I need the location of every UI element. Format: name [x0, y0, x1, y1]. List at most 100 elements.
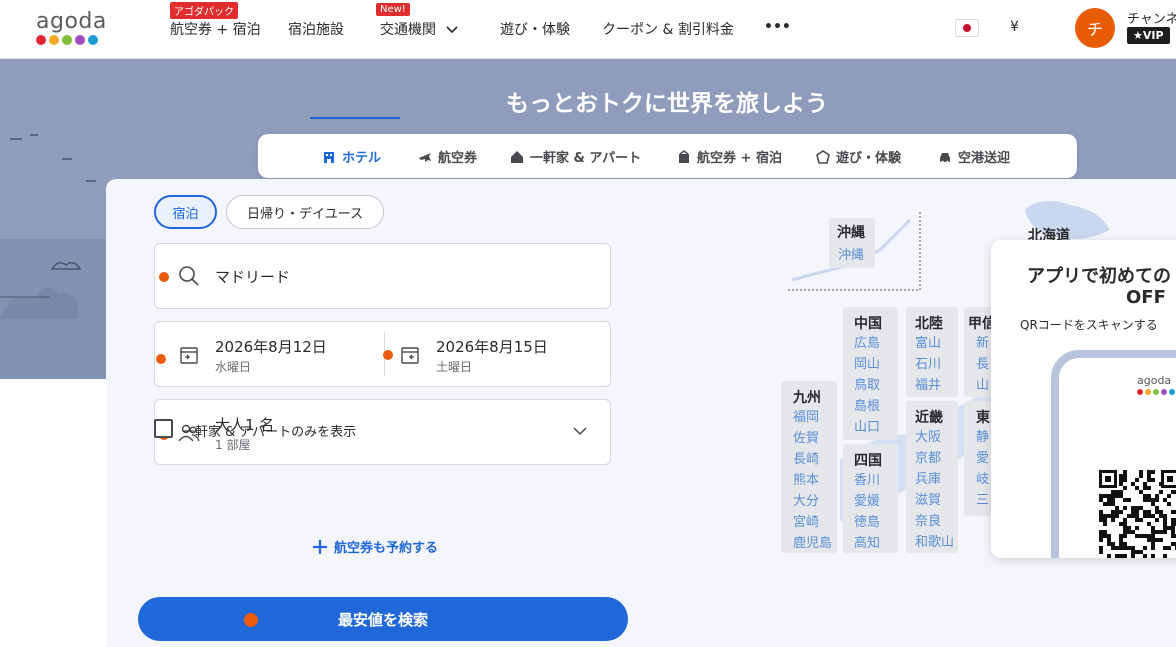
pref-link[interactable]: 大阪: [915, 426, 941, 445]
nav-accommodation[interactable]: 宿泊施設: [288, 19, 344, 39]
search-button-label: 最安値を検索: [337, 610, 428, 629]
pref-link[interactable]: 長崎: [793, 448, 819, 467]
package-icon: [679, 149, 689, 163]
pref-link[interactable]: 福井: [915, 374, 941, 393]
pref-link[interactable]: 岡山: [854, 353, 880, 372]
field-marker: [159, 272, 169, 282]
pref-link[interactable]: 新: [976, 332, 989, 351]
pref-link[interactable]: 三: [976, 489, 989, 508]
pref-link[interactable]: 島根: [854, 395, 880, 414]
qr-code: [1099, 470, 1176, 558]
region-title: 北陸: [915, 316, 943, 332]
checkin-day: 水曜日: [215, 360, 252, 374]
button-marker: [244, 613, 258, 627]
avatar[interactable]: チ: [1075, 8, 1115, 48]
currency-selector[interactable]: ¥: [1010, 19, 1019, 35]
pref-link[interactable]: 広島: [854, 332, 880, 351]
field-marker: [156, 354, 166, 364]
region-kyushu: 九州 福岡 佐賀 長崎 熊本 大分 宮崎 鹿児島: [781, 381, 837, 553]
logo-dot: [1161, 389, 1167, 395]
pref-link[interactable]: 鳥取: [854, 374, 880, 393]
tab-hotel[interactable]: ホテル: [322, 147, 381, 166]
tab-activities[interactable]: 遊び・体験: [816, 147, 901, 166]
username[interactable]: チャンネ: [1127, 8, 1176, 27]
region-tokai: 東 静 愛 岐 三: [964, 401, 994, 516]
date-field[interactable]: 2026年8月12日 水曜日 2026年8月15日 土曜日: [154, 321, 611, 387]
nav-transport[interactable]: 交通機関: [380, 19, 459, 39]
checkin-calendar-icon: [180, 347, 198, 364]
tab-package[interactable]: 航空券 + 宿泊: [677, 147, 782, 166]
nav-flight-hotel[interactable]: 航空券 + 宿泊: [170, 19, 261, 39]
nav-activities[interactable]: 遊び・体験: [500, 19, 570, 39]
region-title: 九州: [793, 390, 821, 406]
active-tab-indicator: [310, 117, 400, 119]
app-logo-text: agoda: [1137, 374, 1172, 387]
pref-link[interactable]: 和歌山: [915, 531, 954, 550]
region-title: 中国: [854, 316, 882, 332]
pref-link[interactable]: 鹿児島: [793, 532, 832, 551]
logo-dot: [1137, 389, 1143, 395]
pref-link[interactable]: 京都: [915, 447, 941, 466]
stay-type-overnight[interactable]: 宿泊: [154, 195, 217, 229]
hero-title: もっとおトクに世界を旅しよう: [506, 91, 828, 117]
japan-flag-icon[interactable]: [955, 19, 979, 37]
pref-link[interactable]: 富山: [915, 332, 941, 351]
pref-link[interactable]: 香川: [854, 469, 880, 488]
add-flight-link[interactable]: 航空券も予約する: [312, 537, 438, 556]
pref-link[interactable]: 奈良: [915, 510, 941, 529]
house-icon: [511, 150, 523, 163]
stay-type-dayuse[interactable]: 日帰り・デイユース: [226, 195, 384, 229]
region-okinawa: 沖縄 沖縄: [829, 218, 875, 268]
region-koshinetsu: 甲信 新 長 山: [964, 307, 996, 397]
checkout-day: 土曜日: [436, 360, 473, 374]
pref-link[interactable]: 徳島: [854, 511, 880, 530]
app-promo-card[interactable]: アプリで初めての OFF QRコードをスキャンする agoda: [991, 240, 1176, 558]
agoda-logo[interactable]: agoda: [36, 9, 107, 45]
pref-link[interactable]: 山: [976, 374, 989, 393]
product-tabs: ホテル 航空券 一軒家 & アパート 航空券 + 宿泊 遊び・体験 空港送迎: [258, 134, 1077, 178]
tab-hotel-label: ホテル: [342, 151, 382, 166]
logo-dot: [36, 35, 46, 45]
logo-dot: [1169, 389, 1175, 395]
plus-icon: [313, 539, 327, 554]
pref-link[interactable]: 山口: [854, 416, 880, 435]
pref-link[interactable]: 長: [976, 353, 989, 372]
logo-dot: [75, 35, 85, 45]
destination-field[interactable]: マドリード: [154, 243, 611, 309]
tab-homes[interactable]: 一軒家 & アパート: [510, 147, 641, 166]
pref-link[interactable]: 岐: [976, 468, 989, 487]
pref-link[interactable]: 滋賀: [915, 489, 941, 508]
tab-airport-transfer-label: 空港送迎: [958, 151, 1011, 166]
region-title: 四国: [854, 453, 882, 469]
region-shikoku: 四国 香川 愛媛 徳島 高知: [843, 444, 898, 553]
pref-link[interactable]: 福岡: [793, 406, 819, 425]
add-flight-label: 航空券も予約する: [334, 541, 439, 556]
pref-link[interactable]: 兵庫: [915, 468, 941, 487]
search-button[interactable]: 最安値を検索: [138, 597, 628, 641]
field-marker: [383, 350, 393, 360]
pref-link[interactable]: 静: [976, 426, 989, 445]
pref-link[interactable]: 沖縄: [838, 244, 864, 263]
pref-link[interactable]: 石川: [915, 353, 941, 372]
nav-coupons[interactable]: クーポン & 割引料金: [602, 19, 734, 39]
checkout-date: 2026年8月15日: [436, 338, 548, 356]
tab-flights[interactable]: 航空券: [418, 147, 477, 166]
pref-link[interactable]: 愛: [976, 447, 989, 466]
pref-link[interactable]: 宮崎: [793, 511, 819, 530]
plane-icon: [419, 152, 431, 162]
pref-link[interactable]: 大分: [793, 490, 819, 509]
app-logo-dots: [1137, 389, 1175, 395]
pref-link[interactable]: 高知: [854, 532, 880, 551]
tab-activities-label: 遊び・体験: [836, 151, 902, 166]
activity-icon: [816, 149, 830, 164]
pref-link[interactable]: 熊本: [793, 469, 819, 488]
tab-homes-label: 一軒家 & アパート: [530, 151, 642, 166]
logo-dot: [62, 35, 72, 45]
tab-airport-transfer[interactable]: 空港送迎: [938, 147, 1010, 166]
new-badge: New!: [376, 3, 410, 16]
promo-subtitle: OFF: [1126, 287, 1166, 308]
homes-only-checkbox[interactable]: [154, 419, 173, 438]
pref-link[interactable]: 佐賀: [793, 427, 819, 446]
more-menu-icon[interactable]: •••: [764, 19, 791, 35]
pref-link[interactable]: 愛媛: [854, 490, 880, 509]
